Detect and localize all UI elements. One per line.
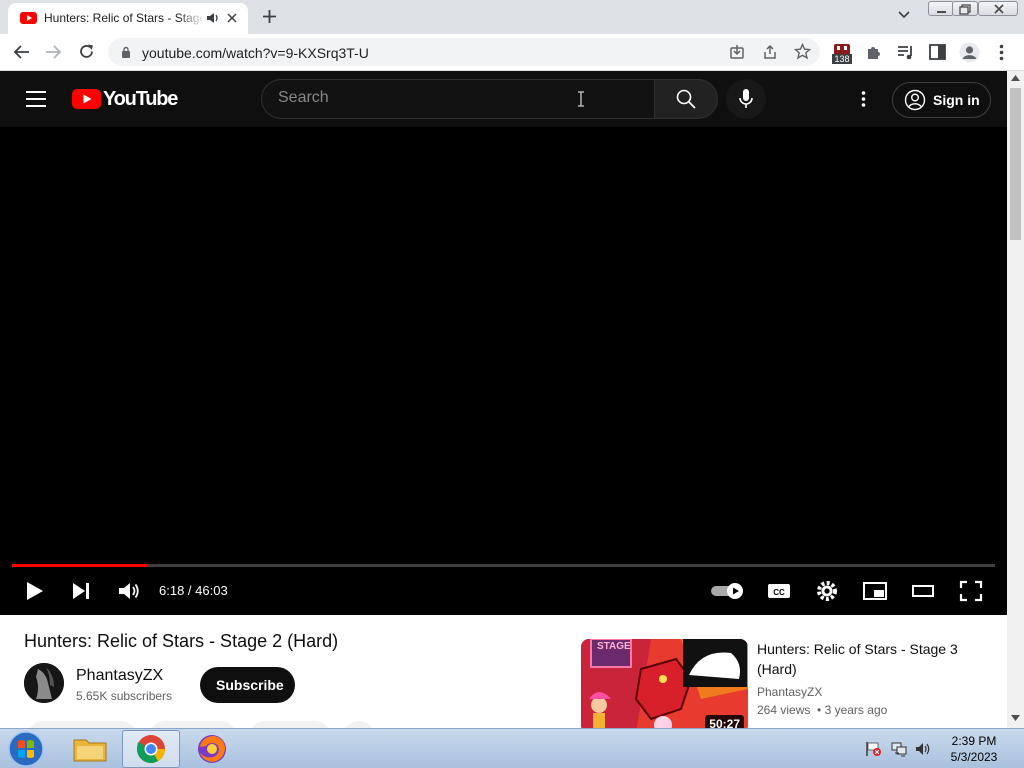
scroll-up-arrow-icon[interactable]	[1011, 75, 1020, 81]
sign-in-label: Sign in	[933, 92, 980, 108]
speaker-icon[interactable]	[914, 741, 932, 757]
extension-badge-count: 138	[832, 54, 852, 64]
url-text[interactable]: youtube.com/watch?v=9-KXSrq3T-U	[142, 45, 369, 61]
tab-search-chevron-icon[interactable]	[898, 11, 910, 19]
account-circle-icon	[904, 89, 926, 111]
minimize-button[interactable]	[928, 1, 954, 16]
file-explorer-icon[interactable]	[68, 732, 112, 766]
video-title: Hunters: Relic of Stars - Stage 2 (Hard)	[24, 631, 339, 651]
text-cursor-icon	[577, 91, 585, 107]
scroll-down-arrow-icon[interactable]	[1011, 715, 1020, 721]
video-info-section: Hunters: Relic of Stars - Stage 2 (Hard)…	[0, 615, 1007, 728]
tab-strip: Hunters: Relic of Stars - Stage 2 (Hard)	[0, 0, 1024, 34]
action-chip[interactable]	[344, 721, 374, 728]
recommended-age: 3 years ago	[824, 703, 888, 717]
forward-arrow-icon[interactable]	[45, 44, 62, 60]
volume-icon[interactable]	[114, 577, 146, 605]
time-display: 6:18 / 46:03	[159, 583, 228, 598]
bookmark-star-icon[interactable]	[794, 43, 811, 60]
action-chip[interactable]	[250, 721, 330, 728]
install-app-icon[interactable]	[729, 44, 745, 60]
settings-menu-icon[interactable]	[861, 91, 866, 107]
address-bar[interactable]: youtube.com/watch?v=9-KXSrq3T-U	[108, 38, 820, 66]
tab-close-icon[interactable]	[227, 13, 237, 23]
search-icon	[676, 89, 696, 109]
taskbar: 2:39 PM 5/3/2023	[0, 728, 1024, 768]
next-button[interactable]	[68, 577, 100, 605]
search-box[interactable]	[261, 79, 655, 119]
extension-badge-icon[interactable]: 138	[832, 42, 852, 66]
progress-bar-fill	[12, 564, 147, 567]
reload-icon[interactable]	[78, 43, 95, 60]
video-player[interactable]: 6:18 / 46:03 CC	[0, 127, 1007, 615]
youtube-page: YouTube Sign in	[0, 71, 1007, 728]
captions-icon[interactable]: CC	[763, 577, 795, 605]
action-center-flag-icon[interactable]	[865, 741, 883, 757]
tab-title-fade	[178, 7, 204, 27]
search-button[interactable]	[654, 79, 718, 119]
recommended-channel[interactable]: PhantasyZX	[757, 685, 822, 699]
settings-gear-icon[interactable]	[811, 577, 843, 605]
progress-bar[interactable]	[12, 564, 995, 567]
recommended-thumbnail[interactable]: STAGE 50:27	[581, 639, 748, 728]
sign-in-button[interactable]: Sign in	[892, 82, 991, 118]
clock-date: 5/3/2023	[950, 750, 998, 764]
thumbnail-text: STAGE	[597, 641, 631, 652]
side-panel-icon[interactable]	[929, 44, 946, 60]
share-icon[interactable]	[762, 44, 778, 60]
clock-time: 2:39 PM	[951, 734, 997, 748]
play-button[interactable]	[21, 577, 53, 605]
tab-audio-icon[interactable]	[206, 12, 219, 24]
new-tab-icon[interactable]	[262, 9, 277, 24]
youtube-logo-text[interactable]: YouTube	[103, 88, 178, 111]
action-chip[interactable]	[150, 721, 236, 728]
chrome-taskbar-button[interactable]	[122, 730, 180, 768]
youtube-header: YouTube Sign in	[0, 71, 1007, 127]
channel-name[interactable]: PhantasyZX	[76, 667, 163, 685]
profile-icon[interactable]	[959, 42, 980, 63]
chrome-menu-icon[interactable]	[999, 44, 1004, 61]
video-duration-badge: 50:27	[705, 715, 744, 728]
browser-tab[interactable]: Hunters: Relic of Stars - Stage 2 (Hard)	[8, 3, 248, 34]
channel-avatar[interactable]	[24, 663, 64, 703]
fullscreen-icon[interactable]	[955, 577, 987, 605]
meta-separator: •	[810, 703, 825, 717]
scrollbar-thumb[interactable]	[1010, 88, 1021, 240]
action-chip[interactable]	[28, 721, 136, 728]
restore-button[interactable]	[952, 1, 978, 16]
youtube-logo-icon[interactable]	[72, 89, 101, 109]
subscribe-label: Subscribe	[216, 677, 284, 693]
recommended-meta: 264 views • 3 years ago	[757, 703, 887, 717]
theater-mode-icon[interactable]	[907, 577, 939, 605]
svg-text:CC: CC	[773, 588, 785, 597]
page-scrollbar[interactable]	[1007, 71, 1024, 728]
browser-toolbar: youtube.com/watch?v=9-KXSrq3T-U 138	[0, 34, 1024, 71]
voice-search-button[interactable]	[726, 79, 766, 119]
miniplayer-icon[interactable]	[859, 577, 891, 605]
taskbar-clock[interactable]: 2:39 PM 5/3/2023	[944, 733, 1004, 765]
subscriber-count: 5.65K subscribers	[76, 689, 173, 703]
search-input[interactable]	[278, 89, 578, 107]
recommended-title[interactable]: Hunters: Relic of Stars - Stage 3 (Hard)	[757, 639, 977, 679]
recommended-views: 264 views	[757, 703, 811, 717]
hamburger-menu-icon[interactable]	[26, 91, 46, 107]
subscribe-button[interactable]: Subscribe	[200, 667, 295, 703]
youtube-favicon-icon	[20, 12, 37, 24]
autoplay-toggle[interactable]	[709, 577, 747, 605]
close-window-button[interactable]	[978, 1, 1018, 16]
extensions-puzzle-icon[interactable]	[865, 44, 882, 61]
network-icon[interactable]	[890, 741, 908, 757]
firefox-icon[interactable]	[196, 733, 228, 765]
microphone-icon	[739, 89, 753, 109]
lock-icon[interactable]	[121, 46, 131, 58]
start-button-icon[interactable]	[6, 730, 46, 768]
back-arrow-icon[interactable]	[13, 44, 30, 60]
media-controls-icon[interactable]	[897, 44, 915, 61]
